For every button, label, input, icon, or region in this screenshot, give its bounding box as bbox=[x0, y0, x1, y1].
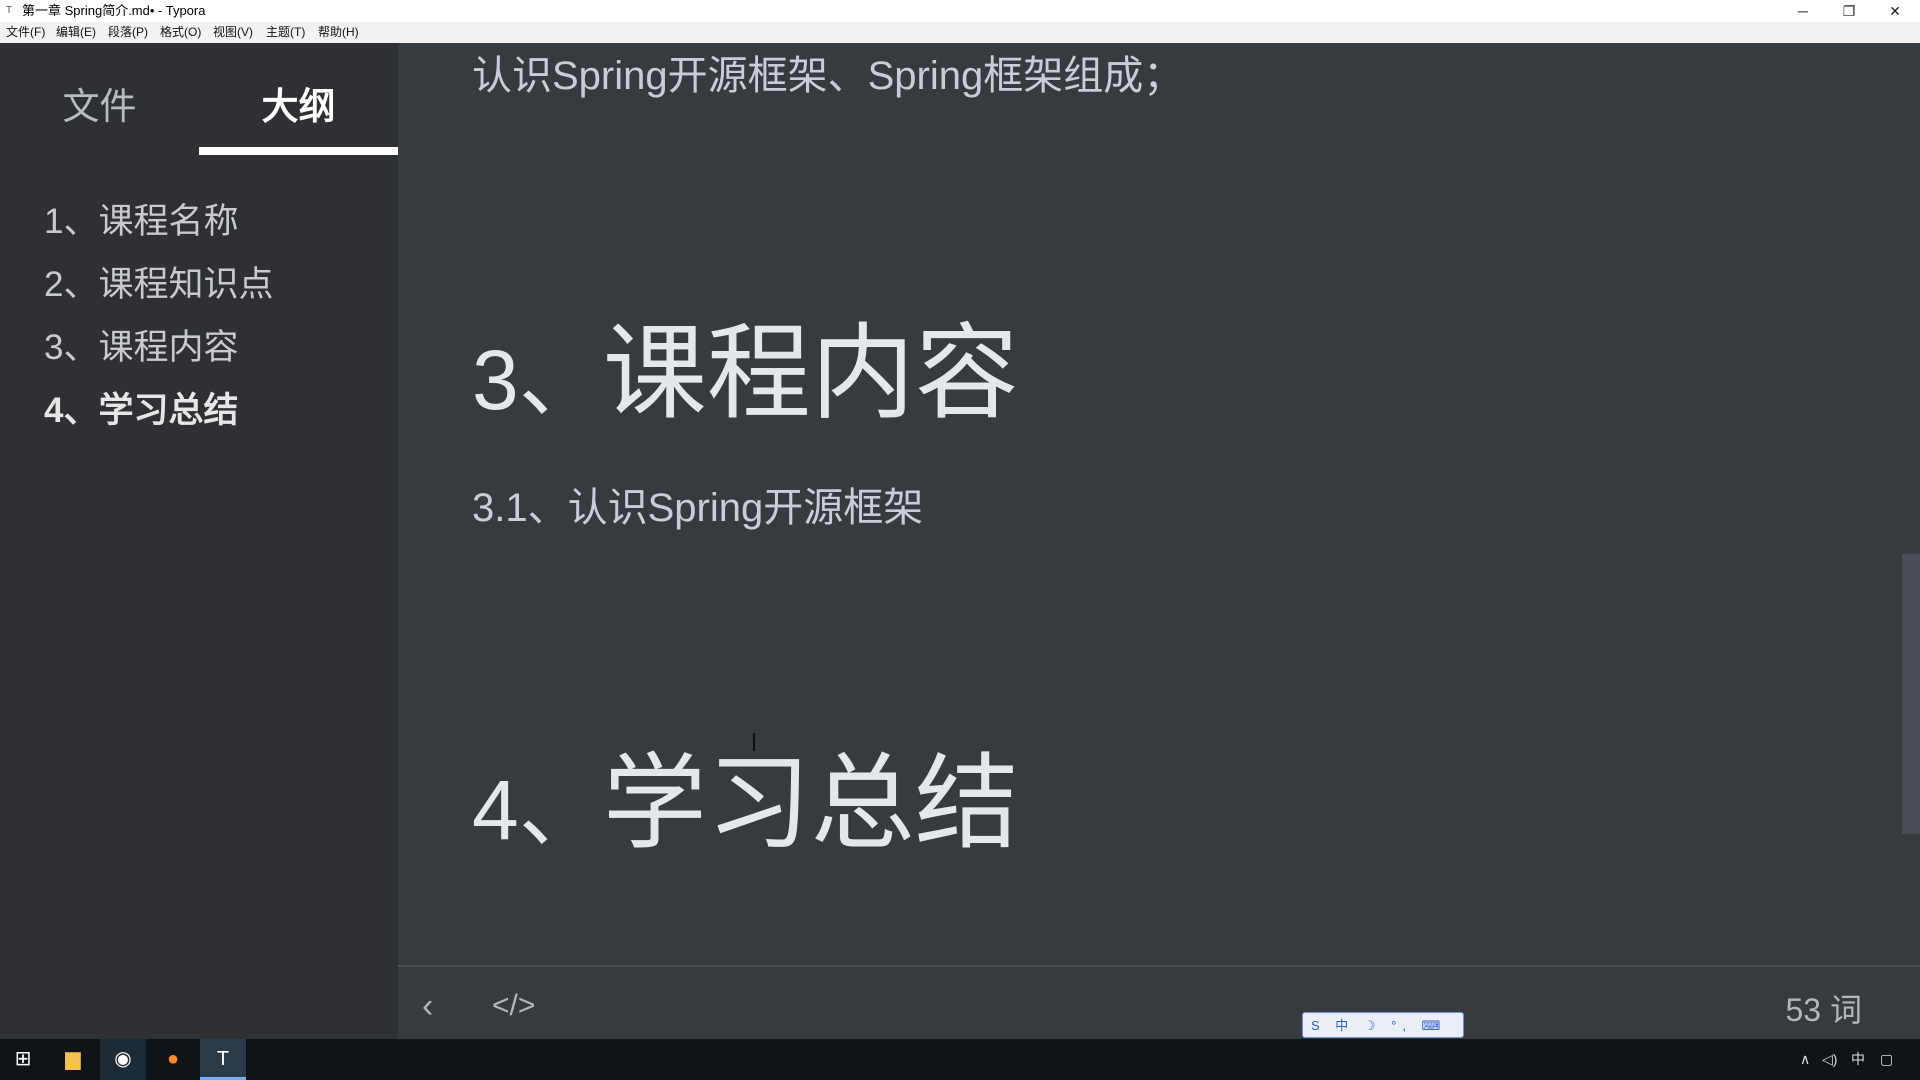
heading-text: 课程内容 bbox=[602, 316, 1019, 432]
outline-item-knowledge-points[interactable]: 2、课程知识点 bbox=[44, 256, 273, 307]
volume-icon[interactable]: ◁) bbox=[1822, 1039, 1837, 1080]
firefox-icon[interactable]: ● bbox=[150, 1039, 196, 1080]
tab-files[interactable]: 文件 bbox=[0, 43, 199, 155]
scrollbar-thumb[interactable] bbox=[1902, 554, 1920, 834]
text-cursor bbox=[753, 733, 755, 751]
maximize-button[interactable]: ❐ bbox=[1826, 0, 1872, 22]
menu-view[interactable]: 视图(V) bbox=[213, 22, 253, 43]
menu-format[interactable]: 格式(O) bbox=[160, 22, 201, 43]
menu-paragraph[interactable]: 段落(P) bbox=[108, 22, 148, 43]
file-explorer-icon[interactable]: ▆ bbox=[50, 1039, 96, 1080]
menu-theme[interactable]: 主题(T) bbox=[266, 22, 305, 43]
tray-overflow-icon[interactable]: ∧ bbox=[1800, 1039, 1810, 1080]
tab-outline[interactable]: 大纲 bbox=[199, 43, 398, 155]
subheading-spring-intro[interactable]: 3.1、认识Spring开源框架 bbox=[472, 475, 923, 533]
outline-item-summary[interactable]: 4、学习总结 bbox=[44, 382, 238, 433]
outline-item-course-name[interactable]: 1、课程名称 bbox=[44, 193, 238, 244]
status-bar: ‹ </> 53 词 bbox=[398, 965, 1920, 1041]
outline-item-course-content[interactable]: 3、课程内容 bbox=[44, 319, 238, 370]
paragraph-text[interactable]: 认识Spring开源框架、Spring框架组成； bbox=[472, 43, 1183, 101]
menu-file[interactable]: 文件(F) bbox=[6, 22, 45, 43]
heading-course-content[interactable]: 3、课程内容 bbox=[472, 288, 1019, 439]
heading-summary[interactable]: 4、学习总结 bbox=[472, 718, 1019, 869]
chevron-left-icon[interactable]: ‹ bbox=[422, 987, 433, 1026]
typora-taskbar-icon[interactable]: T bbox=[200, 1039, 246, 1080]
window-title: 第一章 Spring简介.md• - Typora bbox=[22, 3, 206, 18]
minimize-button[interactable]: ─ bbox=[1780, 0, 1826, 22]
sidebar: 文件 大纲 1、课程名称 2、课程知识点 3、课程内容 4、学习总结 bbox=[0, 43, 398, 1039]
editor-area[interactable]: 认识Spring开源框架、Spring框架组成； 3、课程内容 3.1、认识Sp… bbox=[398, 43, 1920, 965]
input-language-indicator[interactable]: 中 bbox=[1851, 1039, 1865, 1080]
typora-icon: T bbox=[6, 5, 13, 16]
heading-number: 4、 bbox=[472, 763, 603, 857]
menu-help[interactable]: 帮助(H) bbox=[318, 22, 359, 43]
code-icon[interactable]: </> bbox=[492, 989, 535, 1023]
windows-start-icon[interactable]: ⊞ bbox=[0, 1039, 46, 1080]
menu-edit[interactable]: 编辑(E) bbox=[56, 22, 96, 43]
menu-bar: 文件(F) 编辑(E) 段落(P) 格式(O) 视图(V) 主题(T) 帮助(H… bbox=[0, 22, 1920, 44]
heading-number: 3、 bbox=[472, 333, 603, 427]
word-count[interactable]: 53 词 bbox=[1786, 985, 1863, 1031]
heading-text: 学习总结 bbox=[602, 746, 1019, 862]
chrome-icon[interactable]: ◉ bbox=[100, 1039, 146, 1080]
ime-toolbar[interactable]: S 中 ☽ °, ⌨ ⚘ ✎ bbox=[1302, 1012, 1464, 1059]
taskbar: ⊞ ▆ ◉ ● T ∧ ◁) 中 ▢ bbox=[0, 1039, 1920, 1080]
notification-icon[interactable]: ▢ bbox=[1880, 1039, 1893, 1080]
title-bar: T 第一章 Spring简介.md• - Typora ─ ❐ ✕ bbox=[0, 0, 1920, 22]
active-tab-indicator bbox=[199, 147, 398, 155]
close-button[interactable]: ✕ bbox=[1872, 0, 1918, 22]
